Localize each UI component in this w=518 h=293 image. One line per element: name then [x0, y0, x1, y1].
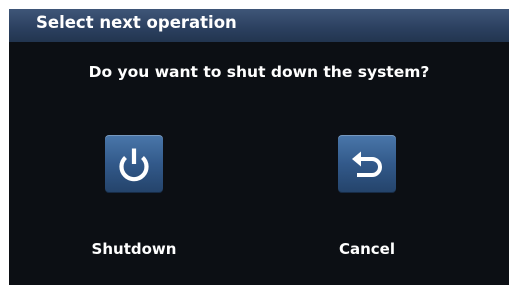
power-icon — [119, 148, 149, 182]
shutdown-dialog: Select next operation Do you want to shu… — [9, 9, 509, 285]
cancel-button[interactable] — [338, 135, 396, 193]
return-arrow-icon — [352, 151, 382, 177]
dialog-title: Select next operation — [36, 13, 237, 32]
dialog-question: Do you want to shut down the system? — [88, 63, 430, 81]
shutdown-label: Shutdown — [91, 240, 177, 258]
shutdown-button[interactable] — [105, 135, 163, 193]
dialog-titlebar: Select next operation — [9, 9, 509, 42]
cancel-label: Cancel — [338, 240, 395, 258]
